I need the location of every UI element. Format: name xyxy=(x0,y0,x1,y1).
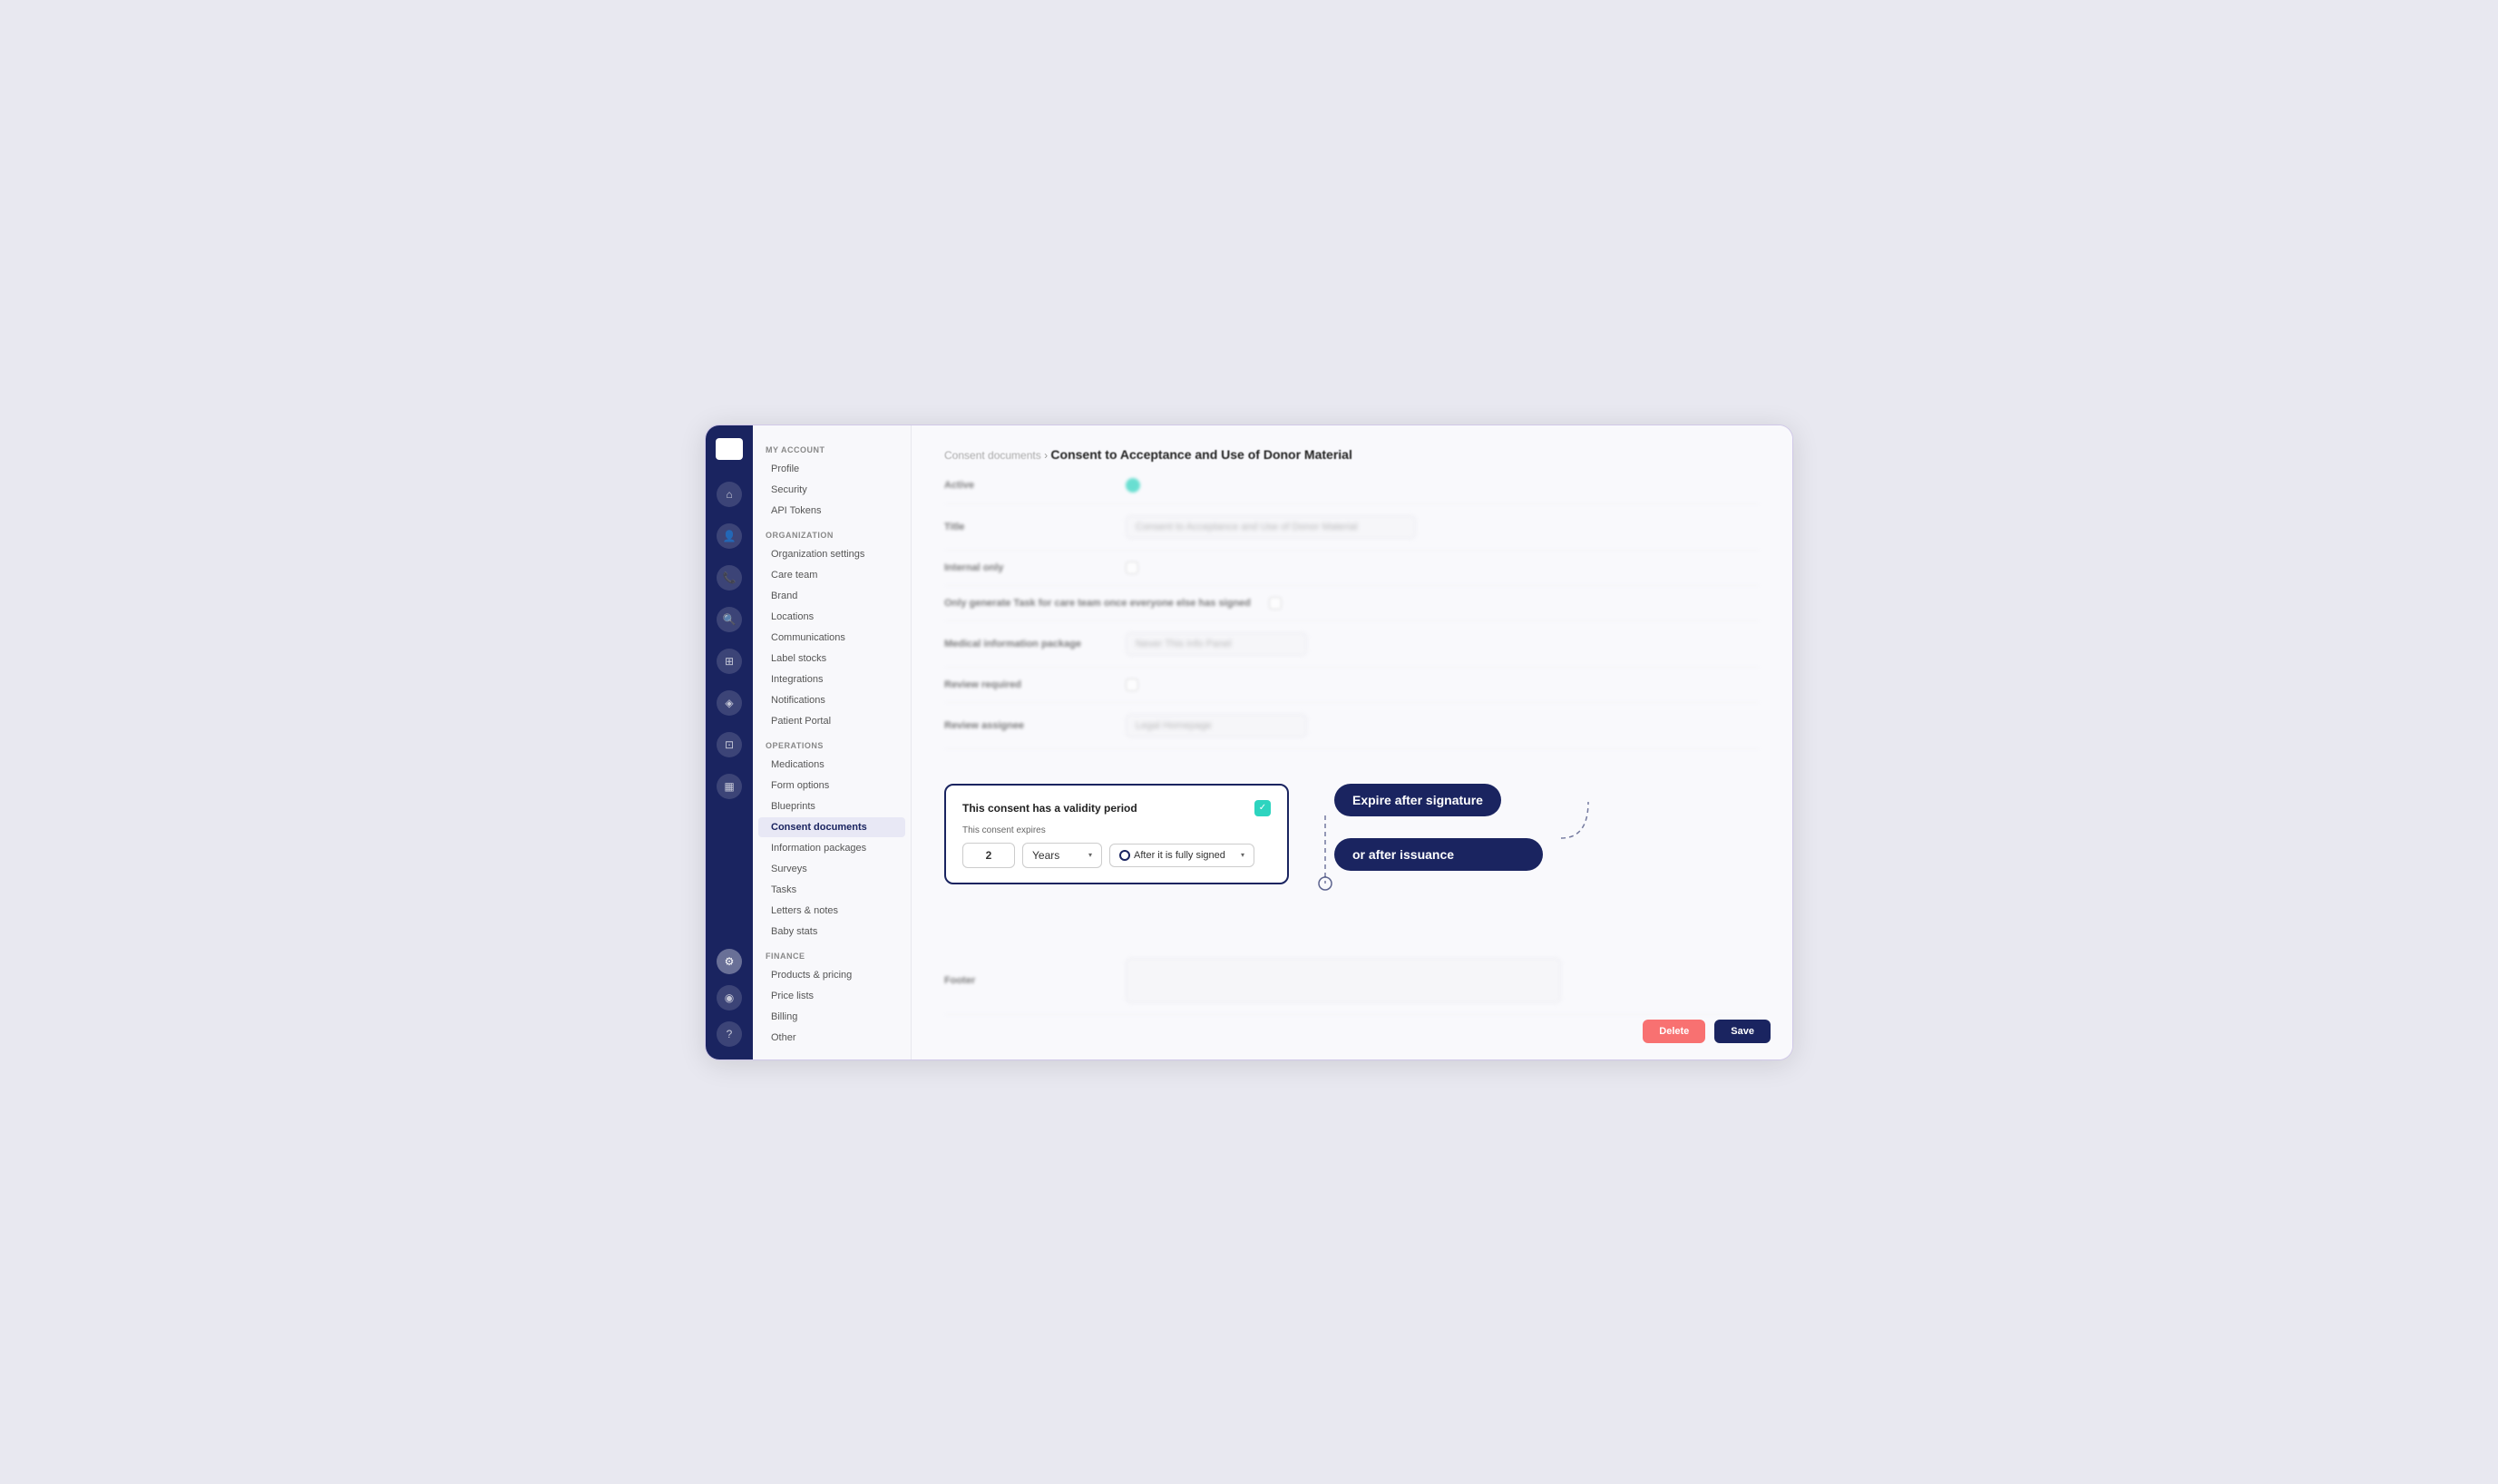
active-field-row: Active xyxy=(944,467,1760,504)
after-signed-label: After it is fully signed xyxy=(1134,850,1237,861)
after-radio-icon xyxy=(1119,850,1130,861)
nav-icon-home[interactable]: ⌂ xyxy=(717,482,742,507)
internal-only-label: Internal only xyxy=(944,562,1108,573)
validity-title: This consent has a validity period xyxy=(962,802,1137,815)
review-required-label: Review required xyxy=(944,679,1108,690)
title-field-row: Title Consent to Acceptance and Use of D… xyxy=(944,504,1760,551)
footer-label: Footer xyxy=(944,975,1108,986)
validity-card-header: This consent has a validity period ✓ xyxy=(962,800,1271,816)
after-chevron-icon: ▾ xyxy=(1241,851,1244,859)
only-generate-checkbox[interactable] xyxy=(1269,597,1282,610)
review-required-row: Review required xyxy=(944,668,1760,703)
years-chevron-icon: ▾ xyxy=(1088,851,1092,859)
footer-input[interactable] xyxy=(1126,958,1561,1003)
nav-price-lists[interactable]: Price lists xyxy=(758,986,905,1006)
validity-after-select[interactable]: After it is fully signed ▾ xyxy=(1109,844,1254,867)
nav-other[interactable]: Other xyxy=(758,1028,905,1048)
nav-integrations[interactable]: Integrations xyxy=(758,669,905,689)
validity-inputs: 2 Years ▾ After it is fully signed ▾ xyxy=(962,843,1271,868)
nav-icon-person[interactable]: ◉ xyxy=(717,985,742,1010)
main-content: Consent documents › Consent to Acceptanc… xyxy=(912,425,1792,1059)
section-organization: Organization xyxy=(753,522,911,543)
icon-strip: ⌂ 👤 📞 🔍 ⊞ ◈ ⊡ ▦ ⚙ ◉ ? xyxy=(706,425,753,1059)
nav-consent-documents[interactable]: Consent documents xyxy=(758,817,905,837)
footer-row: Footer xyxy=(944,947,1760,1015)
bubble-after-issuance: or after issuance xyxy=(1334,838,1543,871)
medical-info-label: Medical information package xyxy=(944,639,1108,649)
nav-products-pricing[interactable]: Products & pricing xyxy=(758,965,905,985)
validity-checkbox[interactable]: ✓ xyxy=(1254,800,1271,816)
title-label: Title xyxy=(944,522,1108,532)
section-finance: Finance xyxy=(753,942,911,964)
nav-communications[interactable]: Communications xyxy=(758,628,905,648)
medical-info-select[interactable]: Never This Info Panel xyxy=(1126,632,1307,656)
bubble-expire-signature: Expire after signature xyxy=(1334,784,1501,816)
nav-security[interactable]: Security xyxy=(758,480,905,500)
nav-notifications[interactable]: Notifications xyxy=(758,690,905,710)
title-input[interactable]: Consent to Acceptance and Use of Donor M… xyxy=(1126,515,1416,539)
nav-billing[interactable]: Billing xyxy=(758,1007,905,1027)
dashed-lines-svg xyxy=(1307,766,1597,929)
nav-blueprints[interactable]: Blueprints xyxy=(758,796,905,816)
nav-icon-layers[interactable]: ⊞ xyxy=(717,649,742,674)
validity-number-input[interactable]: 2 xyxy=(962,843,1015,868)
internal-only-row: Internal only xyxy=(944,551,1760,586)
medical-info-row: Medical information package Never This I… xyxy=(944,621,1760,668)
nav-icon-users[interactable]: 👤 xyxy=(717,523,742,549)
section-my-account: My account xyxy=(753,436,911,458)
review-required-checkbox[interactable] xyxy=(1126,679,1138,691)
review-assignee-label: Review assignee xyxy=(944,720,1108,731)
save-button[interactable]: Save xyxy=(1714,1020,1771,1043)
validity-sublabel: This consent expires xyxy=(962,825,1271,835)
nav-information-packages[interactable]: Information packages xyxy=(758,838,905,858)
nav-tasks[interactable]: Tasks xyxy=(758,880,905,900)
breadcrumb: Consent documents › Consent to Acceptanc… xyxy=(944,447,1760,462)
nav-icon-clipboard[interactable]: ⊡ xyxy=(717,732,742,757)
nav-icon-search[interactable]: 🔍 xyxy=(717,607,742,632)
validity-card: This consent has a validity period ✓ Thi… xyxy=(944,784,1289,884)
review-assignee-row: Review assignee Legal Homepage xyxy=(944,703,1760,749)
active-label: Active xyxy=(944,480,1108,491)
nav-icon-chart[interactable]: ▦ xyxy=(717,774,742,799)
nav-brand[interactable]: Brand xyxy=(758,586,905,606)
nav-label-stocks[interactable]: Label stocks xyxy=(758,649,905,669)
nav-icon-settings[interactable]: ⚙ xyxy=(717,949,742,974)
nav-medications[interactable]: Medications xyxy=(758,755,905,775)
nav-surveys[interactable]: Surveys xyxy=(758,859,905,879)
section-operations: Operations xyxy=(753,732,911,754)
breadcrumb-parent[interactable]: Consent documents xyxy=(944,449,1041,462)
active-toggle[interactable] xyxy=(1126,478,1140,493)
app-logo xyxy=(716,438,743,460)
nav-icon-help[interactable]: ? xyxy=(717,1021,742,1047)
review-assignee-select[interactable]: Legal Homepage xyxy=(1126,714,1307,737)
nav-form-options[interactable]: Form options xyxy=(758,776,905,796)
nav-care-team[interactable]: Care team xyxy=(758,565,905,585)
breadcrumb-current: Consent to Acceptance and Use of Donor M… xyxy=(1050,447,1351,462)
nav-icon-phone[interactable]: 📞 xyxy=(717,565,742,591)
nav-letters-notes[interactable]: Letters & notes xyxy=(758,901,905,921)
nav-patient-portal[interactable]: Patient Portal xyxy=(758,711,905,731)
only-generate-row: Only generate Task for care team once ev… xyxy=(944,586,1760,621)
validity-years-select[interactable]: Years ▾ xyxy=(1022,843,1102,868)
nav-profile[interactable]: Profile xyxy=(758,459,905,479)
nav-icon-tag[interactable]: ◈ xyxy=(717,690,742,716)
internal-only-checkbox[interactable] xyxy=(1126,561,1138,574)
nav-locations[interactable]: Locations xyxy=(758,607,905,627)
bottom-bar: Delete Save xyxy=(1643,1020,1771,1043)
only-generate-label: Only generate Task for care team once ev… xyxy=(944,598,1251,609)
years-label: Years xyxy=(1032,849,1059,862)
delete-button[interactable]: Delete xyxy=(1643,1020,1705,1043)
nav-org-settings[interactable]: Organization settings xyxy=(758,544,905,564)
nav-sidebar: My account Profile Security API Tokens O… xyxy=(753,425,912,1059)
nav-baby-stats[interactable]: Baby stats xyxy=(758,922,905,942)
nav-api-tokens[interactable]: API Tokens xyxy=(758,501,905,521)
